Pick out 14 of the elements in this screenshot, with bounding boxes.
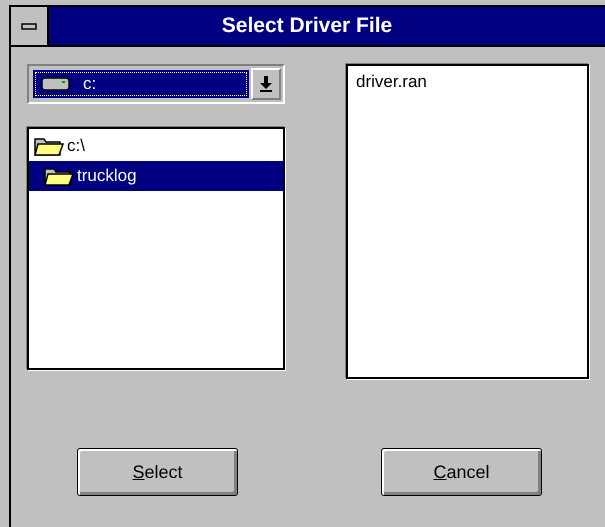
- dialog-button[interactable]: Cancel: [381, 448, 542, 496]
- system-menu-button[interactable]: [11, 7, 49, 45]
- drive-dropdown[interactable]: c:: [27, 64, 285, 104]
- folder-name[interactable]: c:\: [67, 136, 85, 156]
- folder-name[interactable]: trucklog: [77, 166, 137, 186]
- window-title: Select Driver File: [222, 14, 392, 38]
- file-name[interactable]: driver.ran: [354, 70, 581, 94]
- drive-icon: [41, 76, 71, 92]
- drive-value: c:: [83, 74, 96, 94]
- minus-icon: [21, 22, 37, 30]
- directory-list[interactable]: c:\ trucklog: [27, 127, 285, 370]
- down-arrow-icon: [259, 75, 273, 93]
- file-list[interactable]: driver.ran: [346, 64, 589, 379]
- dialog-button[interactable]: Select: [77, 448, 238, 496]
